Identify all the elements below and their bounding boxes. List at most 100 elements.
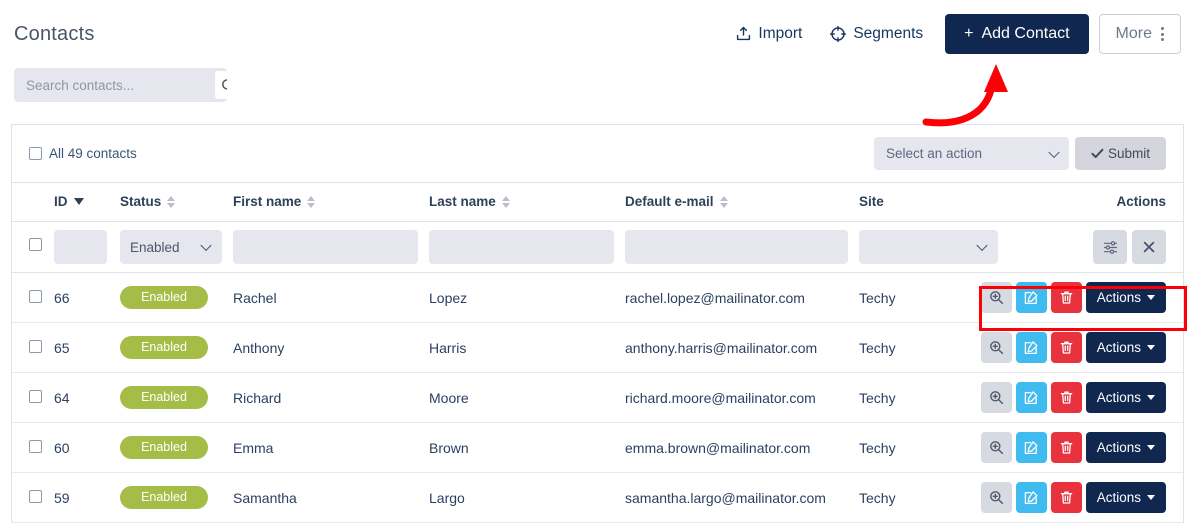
row-actions-label: Actions [1096,490,1141,505]
filter-checkbox-cell [12,221,54,273]
segments-button[interactable]: Segments [816,17,937,51]
edit-contact-button[interactable] [1015,332,1047,363]
row-actions-label: Actions [1096,290,1141,305]
search-box [14,68,227,102]
th-site-label: Site [859,194,884,209]
row-checkbox[interactable] [29,489,42,503]
row-actions-dropdown[interactable]: Actions [1085,482,1166,513]
filter-status-cell: Enabled [120,221,233,273]
submit-label: Submit [1107,146,1150,161]
th-first-name[interactable]: First name [233,183,429,222]
row-actions-label: Actions [1096,340,1141,355]
row-checkbox[interactable] [29,389,42,403]
caret-down-icon [1147,345,1155,350]
search-area [0,68,1195,102]
cell-last-name: Lopez [429,272,625,323]
cell-actions: Actions [980,322,1183,373]
th-checkbox [12,183,54,222]
more-button[interactable]: More [1098,14,1181,54]
table-filter-body: Enabled [12,221,1183,273]
cell-last-name: Largo [429,472,625,523]
filter-row-checkbox[interactable] [29,238,42,251]
trash-icon [1059,440,1074,455]
cell-actions: Actions [980,272,1183,323]
filter-last-name-input[interactable] [429,230,614,264]
filter-status-select[interactable]: Enabled [120,230,222,264]
th-last-name-label: Last name [429,194,496,209]
zoom-in-icon [989,490,1004,505]
select-all-checkbox[interactable] [29,147,42,160]
cell-status: Enabled [120,372,233,423]
delete-contact-button[interactable] [1050,382,1082,413]
cell-actions: Actions [980,372,1183,423]
search-submit-button[interactable] [215,71,227,99]
edit-contact-button[interactable] [1015,482,1047,513]
upload-icon [736,26,751,42]
th-last-name[interactable]: Last name [429,183,625,222]
zoom-in-icon [989,390,1004,405]
row-actions-dropdown[interactable]: Actions [1085,332,1166,363]
sort-both-icon [167,195,176,208]
edit-pencil-icon [1023,440,1039,456]
submit-button[interactable]: Submit [1074,137,1166,170]
row-actions-label: Actions [1096,390,1141,405]
delete-contact-button[interactable] [1050,282,1082,313]
th-id[interactable]: ID [54,183,120,222]
apply-filter-button[interactable] [1093,230,1127,264]
filter-first-name-input[interactable] [233,230,418,264]
bulk-action-select[interactable]: Select an action [873,137,1069,170]
row-actions-dropdown[interactable]: Actions [1085,382,1166,413]
delete-contact-button[interactable] [1050,332,1082,363]
caret-down-icon [1147,445,1155,450]
crosshair-icon [830,26,847,42]
table-row: 65 Enabled Anthony Harris anthony.harris@mai… [12,322,1183,373]
filter-site-select[interactable] [859,230,998,264]
view-contact-button[interactable] [980,432,1012,463]
edit-pencil-icon [1023,290,1039,306]
table-header-row: ID Status First name Last name Default e… [12,183,1183,222]
view-contact-button[interactable] [980,332,1012,363]
th-site: Site [859,183,1009,222]
view-contact-button[interactable] [980,282,1012,313]
status-badge: Enabled [120,486,208,509]
cell-first-name: Emma [233,422,429,473]
edit-contact-button[interactable] [1015,432,1047,463]
view-contact-button[interactable] [980,382,1012,413]
cell-email: emma.brown@mailinator.com [625,422,859,473]
row-actions-dropdown[interactable]: Actions [1085,432,1166,463]
filter-row: Enabled [12,221,1183,273]
delete-contact-button[interactable] [1050,432,1082,463]
edit-contact-button[interactable] [1015,382,1047,413]
filter-email-input[interactable] [625,230,848,264]
th-status[interactable]: Status [120,183,233,222]
th-email[interactable]: Default e-mail [625,183,859,222]
row-checkbox-cell [12,422,54,473]
add-contact-button[interactable]: + Add Contact [945,14,1089,54]
trash-icon [1059,290,1074,305]
select-all-label: All 49 contacts [49,146,137,161]
row-checkbox[interactable] [29,339,42,353]
row-actions-dropdown[interactable]: Actions [1085,282,1166,313]
import-label: Import [758,25,803,42]
contacts-table: ID Status First name Last name Default e… [12,183,1183,523]
search-input[interactable] [14,68,215,102]
edit-pencil-icon [1023,490,1039,506]
delete-contact-button[interactable] [1050,482,1082,513]
row-checkbox[interactable] [29,439,42,453]
select-all-control[interactable]: All 49 contacts [29,146,137,161]
sort-both-icon [719,195,728,208]
cell-id: 65 [54,322,120,373]
import-button[interactable]: Import [722,17,816,51]
view-contact-button[interactable] [980,482,1012,513]
filter-id-input[interactable] [54,230,107,264]
row-actions-group: Actions [980,432,1183,463]
row-checkbox[interactable] [29,289,42,303]
caret-down-icon [1147,395,1155,400]
th-first-name-label: First name [233,194,302,209]
cell-id: 64 [54,372,120,423]
edit-contact-button[interactable] [1015,282,1047,313]
header-actions: Import Segments + Add Contact More [722,14,1181,54]
clear-filter-button[interactable] [1132,230,1166,264]
kebab-vertical-icon [1161,27,1164,41]
zoom-in-icon [989,340,1004,355]
